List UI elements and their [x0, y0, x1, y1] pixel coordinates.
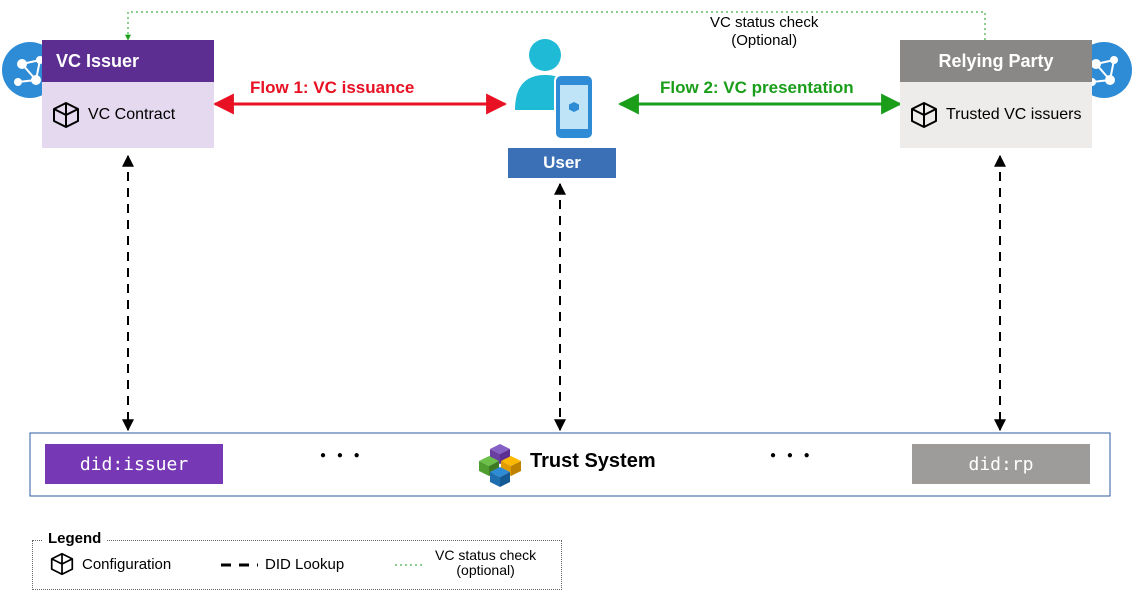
did-issuer-pill: did:issuer — [45, 444, 223, 484]
vc-status-check-line2: (Optional) — [710, 32, 818, 50]
legend-did-lookup: DID Lookup — [265, 556, 344, 573]
did-issuer-text: did:issuer — [80, 454, 188, 475]
flow-1-label: Flow 1: VC issuance — [250, 78, 414, 98]
relying-party-title: Relying Party — [938, 51, 1053, 72]
legend-config-label: Configuration — [82, 556, 171, 573]
vc-contract-label: VC Contract — [88, 106, 175, 124]
cube-icon — [52, 101, 80, 129]
user-icon — [515, 39, 593, 139]
relying-party-header: Relying Party — [900, 40, 1092, 82]
vc-issuer-header: VC Issuer — [42, 40, 214, 82]
cube-icon — [910, 101, 938, 129]
legend-status-line2: (optional) — [435, 563, 536, 578]
legend-title: Legend — [42, 530, 107, 547]
did-rp-pill: did:rp — [912, 444, 1090, 484]
vc-status-check-line1: VC status check — [710, 14, 818, 32]
vc-status-check-label: VC status check (Optional) — [710, 14, 818, 50]
ellipsis-right: ● ● ● — [770, 450, 814, 461]
relying-party-body: Trusted VC issuers — [900, 82, 1092, 148]
did-rp-text: did:rp — [968, 454, 1033, 475]
legend-did-lookup-label: DID Lookup — [265, 556, 344, 573]
cube-icon — [50, 552, 74, 576]
user-label: User — [543, 153, 581, 173]
flow-2-label: Flow 2: VC presentation — [660, 78, 854, 98]
legend-config: Configuration — [50, 552, 171, 576]
ellipsis-left: ● ● ● — [320, 450, 364, 461]
user-label-box: User — [508, 148, 616, 178]
vc-issuer-title: VC Issuer — [56, 51, 139, 72]
legend-status: VC status check (optional) — [435, 548, 536, 579]
trust-system-label: Trust System — [530, 450, 656, 473]
legend-status-line1: VC status check — [435, 548, 536, 563]
vc-issuer-body: VC Contract — [42, 82, 214, 148]
trusted-issuers-label: Trusted VC issuers — [946, 105, 1081, 124]
